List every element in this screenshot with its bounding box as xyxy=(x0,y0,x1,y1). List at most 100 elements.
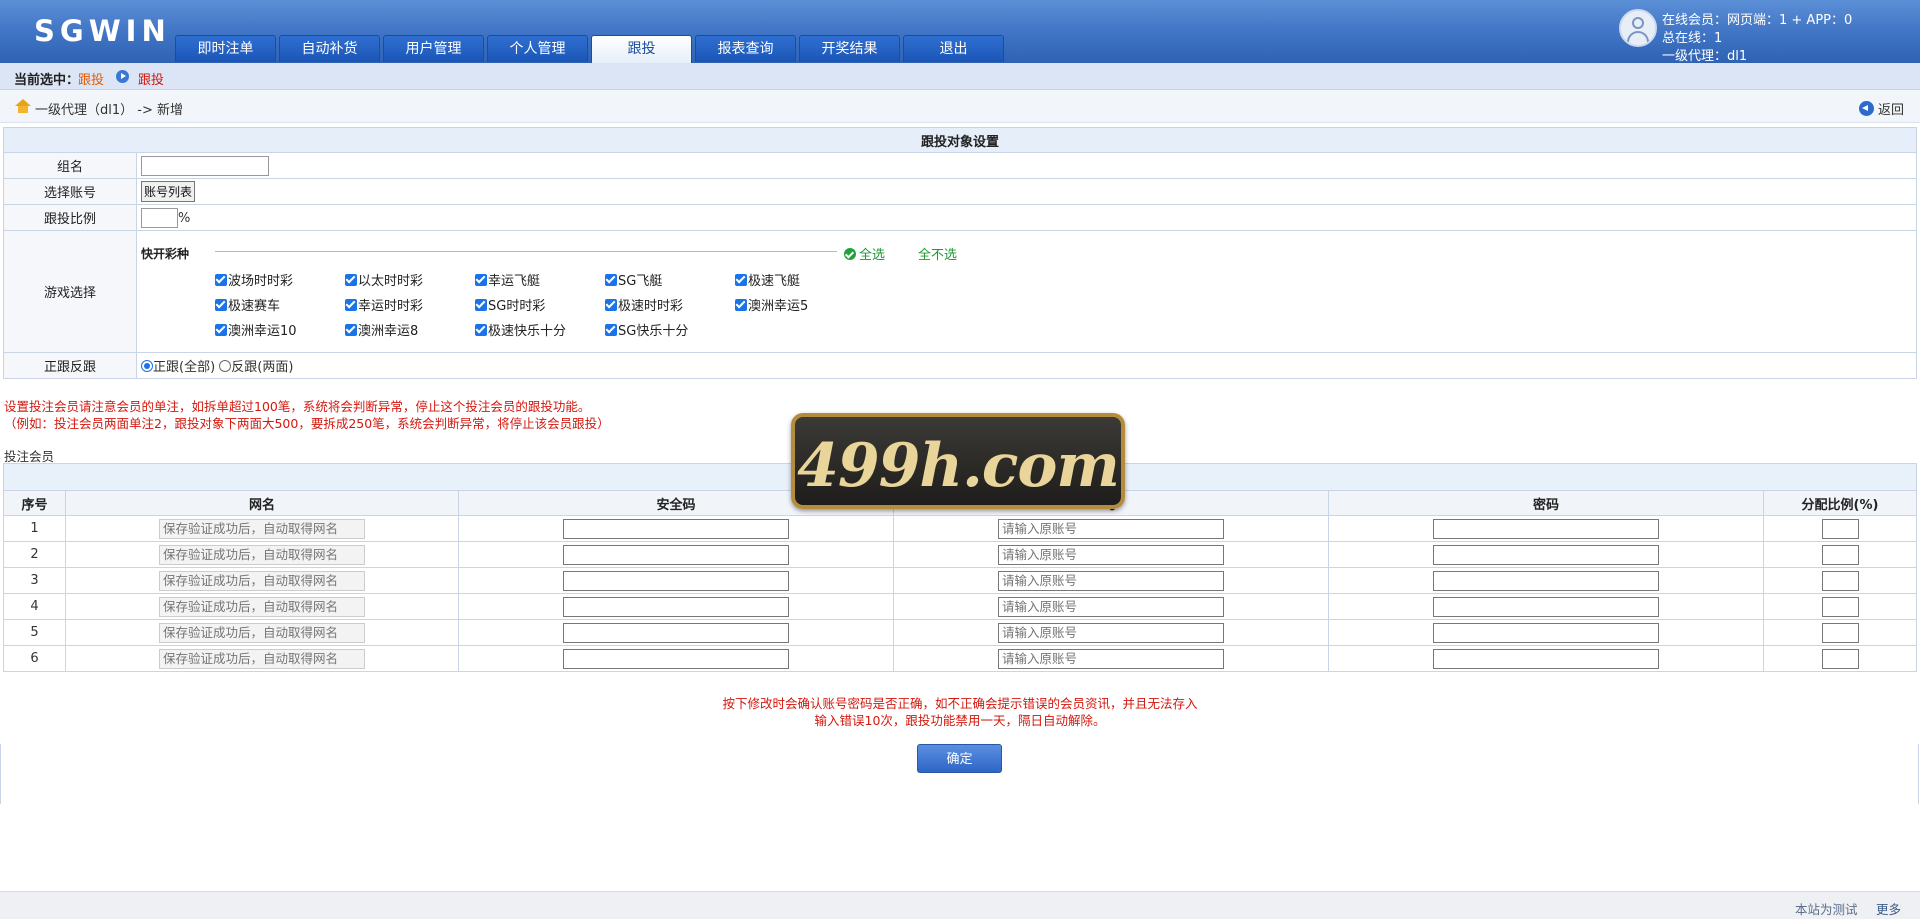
password-field[interactable] xyxy=(1433,518,1659,539)
nickname-field xyxy=(159,544,365,565)
nav-tab-instant-bets[interactable]: 即时注单 xyxy=(175,35,276,62)
confirm-button[interactable]: 确定 xyxy=(917,744,1002,773)
table-row: 4 xyxy=(3,593,1917,620)
total-online: 总在线：1 xyxy=(1662,31,1723,46)
checkbox-checked-icon[interactable] xyxy=(735,298,747,311)
checkbox-checked-icon[interactable] xyxy=(215,298,227,311)
nav-tab-follow-bet[interactable]: 跟投 xyxy=(591,35,692,63)
checkbox-checked-icon[interactable] xyxy=(345,298,357,311)
game-option[interactable]: 波场时时彩 xyxy=(215,269,345,290)
security-code-field[interactable] xyxy=(563,648,789,669)
checkbox-checked-icon[interactable] xyxy=(605,323,617,336)
checkbox-checked-icon[interactable] xyxy=(215,323,227,336)
checkbox-checked-icon[interactable] xyxy=(605,298,617,311)
row-index: 2 xyxy=(3,541,66,568)
table-row: 6 xyxy=(3,645,1917,672)
password-field[interactable] xyxy=(1433,544,1659,565)
checkbox-checked-icon[interactable] xyxy=(345,273,357,286)
game-option[interactable]: 极速时时彩 xyxy=(605,294,735,315)
main-nav: 即时注单 自动补货 用户管理 个人管理 跟投 报表查询 开奖结果 退出 xyxy=(175,35,1007,63)
follow-ratio-input[interactable] xyxy=(141,207,178,228)
allocation-ratio-field[interactable] xyxy=(1821,622,1859,643)
checkbox-checked-icon[interactable] xyxy=(345,323,357,336)
game-option-label: 以太时时彩 xyxy=(358,274,424,289)
radio-forward-label: 正跟(全部) xyxy=(153,360,216,375)
game-option-label: SG时时彩 xyxy=(488,299,546,314)
game-option[interactable]: 极速快乐十分 xyxy=(475,319,605,340)
game-option[interactable]: 幸运飞艇 xyxy=(475,269,605,290)
checkbox-checked-icon[interactable] xyxy=(475,323,487,336)
checkbox-checked-icon[interactable] xyxy=(475,273,487,286)
allocation-ratio-field[interactable] xyxy=(1821,544,1859,565)
user-info: 在线会员：网页端：1 + APP：0 总在线：1 一级代理：dl1 xyxy=(1619,7,1919,64)
follow-settings-table: 跟投对象设置 组名 选择账号 账号列表 跟投比例 % 游戏选择 快开彩种 全选 … xyxy=(3,127,1917,379)
account-field[interactable] xyxy=(998,596,1224,617)
row-index: 1 xyxy=(3,515,66,542)
select-all-label: 全选 xyxy=(859,248,886,263)
security-code-field[interactable] xyxy=(563,596,789,617)
nav-tab-personal[interactable]: 个人管理 xyxy=(487,35,588,62)
nav-tab-logout[interactable]: 退出 xyxy=(903,35,1004,62)
account-field[interactable] xyxy=(998,648,1224,669)
checkbox-checked-icon[interactable] xyxy=(605,273,617,286)
frame-right-border xyxy=(1918,744,1919,804)
password-field[interactable] xyxy=(1433,596,1659,617)
game-option[interactable]: 澳洲幸运10 xyxy=(215,319,345,340)
footer-more[interactable]: 更多 xyxy=(1876,899,1901,918)
password-field[interactable] xyxy=(1433,622,1659,643)
nav-tab-reports[interactable]: 报表查询 xyxy=(695,35,796,62)
select-account-label: 选择账号 xyxy=(3,178,137,205)
home-icon[interactable] xyxy=(15,99,31,114)
nav-tab-user-management[interactable]: 用户管理 xyxy=(383,35,484,62)
game-option[interactable]: 极速飞艇 xyxy=(735,269,865,290)
nav-tab-results[interactable]: 开奖结果 xyxy=(799,35,900,62)
game-option[interactable]: SG飞艇 xyxy=(605,269,735,290)
radio-forward[interactable] xyxy=(141,360,153,372)
checkbox-checked-icon[interactable] xyxy=(215,273,227,286)
select-all-button[interactable]: 全选 xyxy=(844,244,885,263)
footer-speed-test[interactable]: 本站为测试 xyxy=(1795,899,1858,918)
security-code-field[interactable] xyxy=(563,544,789,565)
nav-tab-auto-hedge[interactable]: 自动补货 xyxy=(279,35,380,62)
agent-name: 一级代理：dl1 xyxy=(1662,49,1748,64)
game-option[interactable]: 极速赛车 xyxy=(215,294,345,315)
settings-title: 跟投对象设置 xyxy=(3,127,1917,153)
allocation-ratio-field[interactable] xyxy=(1821,648,1859,669)
account-field[interactable] xyxy=(998,570,1224,591)
allocation-ratio-field[interactable] xyxy=(1821,570,1859,591)
game-option[interactable]: SG快乐十分 xyxy=(605,319,735,340)
footer: 本站为测试 更多 xyxy=(0,891,1920,919)
game-option[interactable]: 澳洲幸运8 xyxy=(345,319,475,340)
game-option[interactable]: 幸运时时彩 xyxy=(345,294,475,315)
row-index: 4 xyxy=(3,593,66,620)
current-item-2[interactable]: 跟投 xyxy=(138,69,164,88)
games-grid: 波场时时彩 以太时时彩 幸运飞艇 SG飞艇 极速飞艇极速赛车 幸运时时彩 SG时时彩 极速时时… xyxy=(215,269,865,340)
watermark-text: 499h.com xyxy=(797,431,1120,501)
account-field[interactable] xyxy=(998,518,1224,539)
current-selection-bar: 当前选中： 跟投 跟投 xyxy=(0,63,1920,90)
account-field[interactable] xyxy=(998,544,1224,565)
security-code-field[interactable] xyxy=(563,570,789,591)
password-field[interactable] xyxy=(1433,648,1659,669)
allocation-ratio-field[interactable] xyxy=(1821,596,1859,617)
current-item-1[interactable]: 跟投 xyxy=(78,69,104,88)
password-field[interactable] xyxy=(1433,570,1659,591)
select-none-button[interactable]: 全不选 xyxy=(918,244,957,263)
checkbox-checked-icon[interactable] xyxy=(735,273,747,286)
game-option-label: 幸运飞艇 xyxy=(488,274,541,289)
back-button[interactable]: 返回 xyxy=(1858,99,1904,118)
game-option-label: 澳洲幸运5 xyxy=(748,299,809,314)
checkbox-checked-icon[interactable] xyxy=(475,298,487,311)
group-name-input[interactable] xyxy=(141,155,269,176)
allocation-ratio-field[interactable] xyxy=(1821,518,1859,539)
game-option[interactable]: 以太时时彩 xyxy=(345,269,475,290)
account-list-button[interactable]: 账号列表 xyxy=(141,181,196,202)
security-code-field[interactable] xyxy=(563,518,789,539)
radio-reverse[interactable] xyxy=(219,360,232,372)
game-option[interactable]: 澳洲幸运5 xyxy=(735,294,865,315)
row-index: 6 xyxy=(3,645,66,672)
account-field[interactable] xyxy=(998,622,1224,643)
game-option[interactable]: SG时时彩 xyxy=(475,294,605,315)
security-code-field[interactable] xyxy=(563,622,789,643)
group-name-label: 组名 xyxy=(3,152,137,179)
